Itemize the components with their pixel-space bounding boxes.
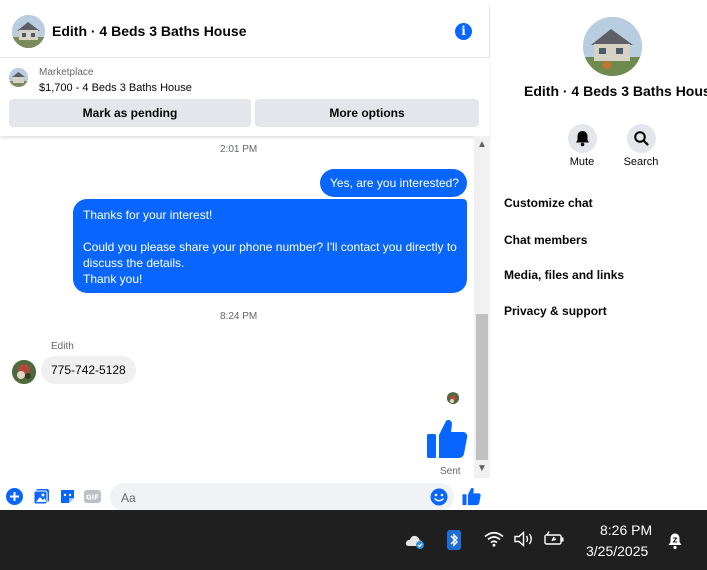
sender-name: Edith (51, 341, 74, 352)
marketplace-bar: Marketplace $1,700 - 4 Beds 3 Baths Hous… (0, 58, 490, 136)
sticker-icon[interactable] (59, 488, 77, 506)
message-list: 2:01 PM Yes, are you interested? Thanks … (0, 136, 474, 478)
battery-icon[interactable] (543, 531, 565, 552)
chat-scrollbar[interactable]: ▲ ▼ (474, 136, 490, 478)
scrollbar-thumb[interactable] (476, 314, 488, 460)
sent-status: Sent (440, 466, 461, 477)
notification-icon[interactable]: Z (665, 531, 685, 556)
timestamp: 8:24 PM (220, 311, 258, 322)
sender-avatar[interactable] (12, 360, 36, 384)
menu-media-files-links[interactable]: Media, files and links (504, 268, 624, 282)
onedrive-icon[interactable] (404, 532, 426, 555)
info-avatar[interactable] (583, 17, 642, 76)
chat-pane: Edith · 4 Beds 3 Baths House i Marketpla… (0, 6, 490, 516)
listing-thumbnail[interactable] (9, 68, 28, 87)
message-out[interactable]: Yes, are you interested? (320, 169, 467, 197)
svg-text:Z: Z (672, 537, 677, 545)
image-icon[interactable] (33, 488, 51, 506)
emoji-icon[interactable] (430, 488, 448, 506)
taskbar: 8:26 PM 3/25/2025 Z (0, 510, 707, 570)
plus-circle-icon[interactable] (6, 488, 24, 506)
search-label: Search (623, 156, 659, 168)
screen: Edith · 4 Beds 3 Baths House i Marketpla… (0, 0, 707, 570)
chat-title[interactable]: Edith · 4 Beds 3 Baths House (52, 23, 246, 39)
thumbs-up-icon[interactable] (426, 418, 468, 460)
info-name: Edith · 4 Beds 3 Baths House (524, 83, 707, 99)
marketplace-label: Marketplace (39, 67, 94, 78)
mark-as-pending-button[interactable]: Mark as pending (9, 99, 251, 127)
scroll-down-icon[interactable]: ▼ (474, 462, 490, 476)
message-in[interactable]: 775-742-5128 (41, 356, 136, 384)
bluetooth-icon[interactable] (447, 530, 461, 555)
message-out[interactable]: Thanks for your interest! Could you plea… (73, 199, 467, 293)
seen-indicator-avatar (447, 392, 459, 404)
info-icon[interactable]: i (455, 23, 472, 40)
volume-icon[interactable] (513, 530, 535, 552)
more-options-button[interactable]: More options (255, 99, 479, 127)
mute-label: Mute (569, 156, 595, 168)
chat-avatar[interactable] (12, 15, 45, 48)
message-line: Could you please share your phone number… (83, 240, 457, 270)
scroll-up-icon[interactable]: ▲ (474, 138, 490, 152)
search-button[interactable] (627, 124, 656, 153)
message-line: Thank you! (83, 272, 143, 286)
menu-chat-members[interactable]: Chat members (504, 233, 587, 247)
message-input[interactable]: Aa (110, 483, 454, 511)
clock-date[interactable]: 3/25/2025 (586, 543, 648, 559)
bell-icon (576, 131, 589, 147)
menu-privacy-support[interactable]: Privacy & support (504, 304, 607, 318)
mute-button[interactable] (568, 124, 597, 153)
svg-text:GIF: GIF (86, 494, 99, 502)
listing-title[interactable]: $1,700 - 4 Beds 3 Baths House (39, 82, 192, 94)
timestamp: 2:01 PM (220, 144, 258, 155)
clock-time[interactable]: 8:26 PM (600, 522, 652, 538)
like-button-icon[interactable] (462, 487, 481, 506)
gif-icon[interactable]: GIF (84, 488, 102, 506)
menu-customize-chat[interactable]: Customize chat (504, 196, 593, 210)
message-input-placeholder: Aa (121, 491, 136, 505)
wifi-icon[interactable] (484, 531, 504, 552)
message-line: Thanks for your interest! (83, 208, 213, 222)
conversation-info-pane: Edith · 4 Beds 3 Baths House Mute Search… (491, 6, 707, 510)
chat-header: Edith · 4 Beds 3 Baths House i (0, 6, 490, 58)
search-icon (634, 131, 649, 146)
